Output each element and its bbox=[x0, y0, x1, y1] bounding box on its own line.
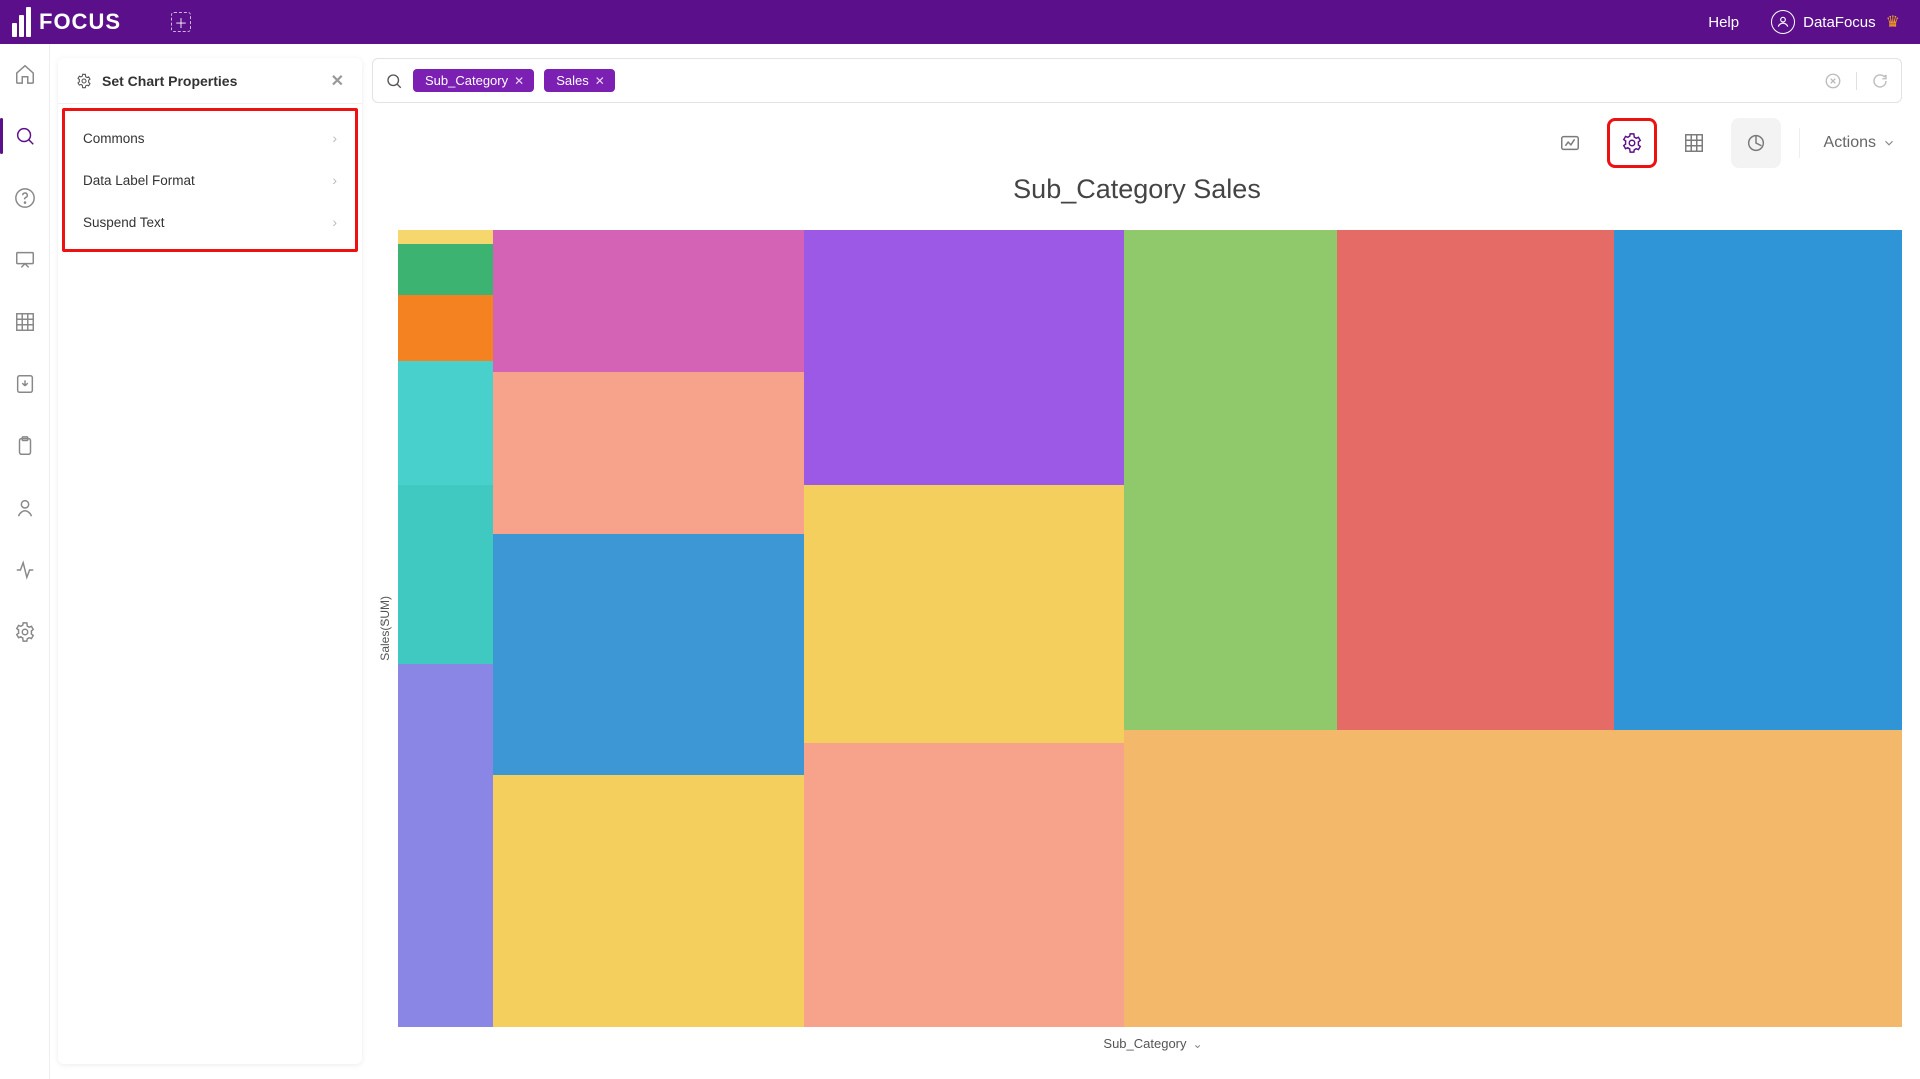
rail-activity[interactable] bbox=[13, 558, 37, 582]
chart-col-2[interactable] bbox=[804, 230, 1124, 1027]
chart-title: Sub_Category Sales bbox=[372, 174, 1902, 205]
chart-toolbar: Actions bbox=[1545, 118, 1902, 168]
panel-close-button[interactable]: ✕ bbox=[331, 71, 344, 91]
cell[interactable] bbox=[398, 295, 493, 361]
prop-row-suspend-text[interactable]: Suspend Text › bbox=[65, 201, 355, 243]
rail-save[interactable] bbox=[13, 372, 37, 396]
left-nav-rail bbox=[0, 44, 50, 1079]
chart-col-3[interactable] bbox=[1124, 230, 1902, 1027]
prop-row-commons[interactable]: Commons › bbox=[65, 117, 355, 159]
panel-items-highlight: Commons › Data Label Format › Suspend Te… bbox=[62, 108, 358, 252]
cell[interactable] bbox=[804, 743, 1124, 1027]
cell[interactable] bbox=[1124, 230, 1337, 730]
actions-menu[interactable]: Actions bbox=[1818, 134, 1902, 152]
logo-mark-icon bbox=[12, 7, 31, 37]
cell[interactable] bbox=[398, 664, 493, 1027]
rail-help[interactable] bbox=[13, 186, 37, 210]
query-chip-sales[interactable]: Sales✕ bbox=[544, 69, 615, 92]
cell[interactable] bbox=[398, 244, 493, 295]
query-bar[interactable]: Sub_Category✕ Sales✕ bbox=[372, 58, 1902, 103]
rail-clipboard[interactable] bbox=[13, 434, 37, 458]
user-menu[interactable]: DataFocus ♛ bbox=[1771, 10, 1900, 34]
gear-icon bbox=[76, 73, 92, 89]
chart-columns bbox=[398, 230, 1902, 1027]
cell[interactable] bbox=[493, 534, 804, 775]
x-axis-label: Sub_Category bbox=[1103, 1036, 1186, 1051]
new-tab-button[interactable]: ＋ bbox=[171, 12, 191, 32]
mosaic-plot: Sales(SUM) bbox=[404, 230, 1902, 1027]
app-name: FOCUS bbox=[39, 9, 121, 35]
divider bbox=[1856, 72, 1857, 90]
panel-header: Set Chart Properties ✕ bbox=[58, 58, 362, 104]
help-link[interactable]: Help bbox=[1708, 14, 1739, 31]
refresh-icon[interactable] bbox=[1871, 72, 1889, 90]
query-bar-actions bbox=[1824, 72, 1889, 90]
user-name: DataFocus bbox=[1803, 14, 1876, 31]
chart-settings-button[interactable] bbox=[1607, 118, 1657, 168]
chip-remove-icon[interactable]: ✕ bbox=[595, 74, 605, 88]
chart-col-3-upper bbox=[1124, 230, 1902, 730]
rail-home[interactable] bbox=[13, 62, 37, 86]
rail-settings[interactable] bbox=[13, 620, 37, 644]
rail-search[interactable] bbox=[13, 124, 37, 148]
cell[interactable] bbox=[493, 775, 804, 1027]
prop-label: Commons bbox=[83, 131, 145, 146]
chart-col-0[interactable] bbox=[398, 230, 493, 1027]
prop-label: Suspend Text bbox=[83, 215, 165, 230]
topbar: FOCUS ＋ Help DataFocus ♛ bbox=[0, 0, 1920, 44]
y-axis-label: Sales(SUM) bbox=[378, 596, 392, 661]
panel-title: Set Chart Properties bbox=[102, 73, 237, 89]
rail-grid[interactable] bbox=[13, 310, 37, 334]
user-avatar-icon bbox=[1771, 10, 1795, 34]
grid-view-button[interactable] bbox=[1669, 118, 1719, 168]
clear-query-icon[interactable] bbox=[1824, 72, 1842, 90]
app-logo: FOCUS bbox=[12, 7, 121, 37]
cell[interactable] bbox=[1337, 230, 1614, 730]
chart-area: Sub_Category Sales › Sales(SUM) bbox=[372, 174, 1902, 1067]
crown-icon: ♛ bbox=[1886, 12, 1900, 32]
chevron-right-icon: › bbox=[332, 214, 337, 230]
chip-remove-icon[interactable]: ✕ bbox=[514, 74, 524, 88]
prop-row-data-label-format[interactable]: Data Label Format › bbox=[65, 159, 355, 201]
prop-label: Data Label Format bbox=[83, 173, 195, 188]
chevron-right-icon: › bbox=[332, 172, 337, 188]
data-label-toggle[interactable] bbox=[1545, 118, 1595, 168]
rail-user[interactable] bbox=[13, 496, 37, 520]
cell[interactable] bbox=[398, 230, 493, 244]
cell[interactable] bbox=[804, 485, 1124, 743]
chevron-down-icon: ⌄ bbox=[1193, 1037, 1203, 1051]
cell[interactable] bbox=[398, 485, 493, 664]
cell[interactable] bbox=[398, 361, 493, 485]
rail-presentation[interactable] bbox=[13, 248, 37, 272]
search-icon bbox=[385, 72, 403, 90]
x-axis-label-row[interactable]: Sub_Category ⌄ bbox=[404, 1036, 1902, 1051]
cell[interactable] bbox=[804, 230, 1124, 485]
cell[interactable] bbox=[493, 372, 804, 535]
chevron-right-icon: › bbox=[332, 130, 337, 146]
chevron-down-icon bbox=[1882, 136, 1896, 150]
cell[interactable] bbox=[1614, 230, 1902, 730]
chart-col-1[interactable] bbox=[493, 230, 804, 1027]
chart-type-button[interactable] bbox=[1731, 118, 1781, 168]
cell[interactable] bbox=[1124, 730, 1902, 1027]
divider bbox=[1799, 128, 1800, 158]
cell[interactable] bbox=[493, 230, 804, 372]
chart-properties-panel: Set Chart Properties ✕ Commons › Data La… bbox=[58, 58, 362, 1064]
query-chip-sub-category[interactable]: Sub_Category✕ bbox=[413, 69, 534, 92]
